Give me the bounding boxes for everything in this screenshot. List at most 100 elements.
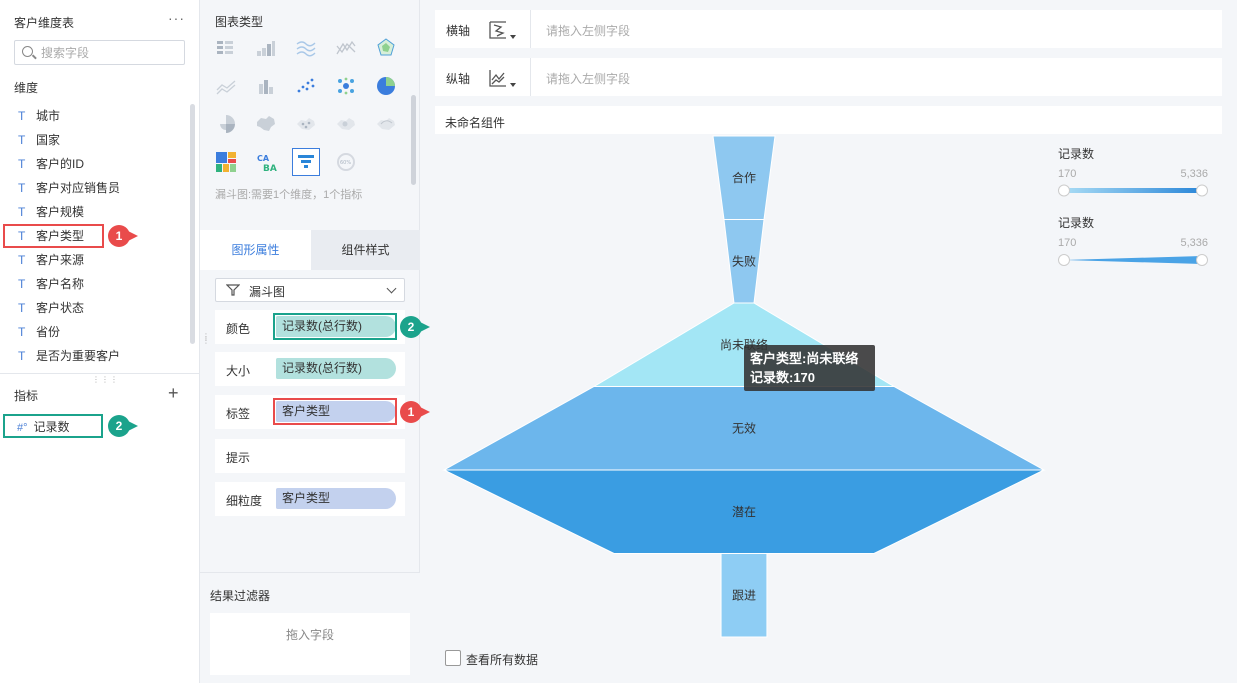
pie-chart-icon[interactable] [372,72,400,100]
cross-line-icon[interactable] [332,34,360,62]
legend-min: 170 [1058,237,1077,249]
funnel-segment-label: 合作 [732,170,756,185]
text-type-icon: T [18,349,26,363]
dimension-label: 客户名称 [36,277,85,291]
property-row-size: 大小 记录数(总行数) [215,352,405,386]
dimension-item[interactable]: T 客户来源 [0,248,186,272]
y-axis-type-icon[interactable] [487,67,517,89]
tab-component-style[interactable]: 组件样式 [311,230,420,270]
dimension-item[interactable]: T 客户对应销售员 [0,176,186,200]
heat-map-icon[interactable] [332,110,360,138]
field-search[interactable] [14,40,185,65]
dimension-item[interactable]: T 客户名称 [0,272,186,296]
chart-type-title: 图表类型 [215,15,264,29]
bubble-icon[interactable] [332,72,360,100]
dimension-item[interactable]: T 是否为重要客户 [0,344,186,368]
treemap-icon[interactable] [212,148,240,176]
chart-type-scrollbar[interactable] [411,95,416,185]
legend-handle-min[interactable] [1058,184,1070,197]
legend-handle-min[interactable] [1058,254,1070,266]
property-label: 标签 [226,407,251,421]
dimension-scrollbar[interactable] [190,104,195,344]
text-type-icon: T [18,205,26,219]
x-axis-drop[interactable]: 请拖入左侧字段 [546,22,630,39]
dimension-item[interactable]: T 客户规模 [0,200,186,224]
funnel-chart-icon[interactable] [292,148,320,176]
size-field-pill[interactable]: 记录数(总行数) [276,358,396,379]
line-chart-icon[interactable] [292,34,320,62]
dimension-label: 客户的ID [36,157,85,171]
measure-section-label: 指标 [14,389,39,403]
dimension-label: 客户来源 [36,253,85,267]
gauge-icon[interactable]: 60% [332,148,360,176]
x-axis-type-icon[interactable] [487,19,517,41]
dimension-item[interactable]: T 客户的ID [0,152,186,176]
legend-title: 记录数 [1058,147,1095,161]
component-title-bar: 未命名组件 [435,106,1222,134]
bar-chart-icon[interactable] [252,34,280,62]
radar-icon[interactable] [372,34,400,62]
chart-tooltip: 客户类型:尚未联络 记录数:170 [744,345,875,391]
filter-drop-zone[interactable]: 拖入字段 [210,613,410,675]
svg-text:CA: CA [257,154,270,163]
property-label: 颜色 [226,322,251,336]
y-axis-label: 纵轴 [446,72,471,86]
dimension-item[interactable]: T 省份 [0,320,186,344]
dimension-item[interactable]: T 城市 [0,104,186,128]
resize-grip-icon[interactable]: ⋮⋮⋮ [92,375,119,384]
y-axis-bar: 纵轴 请拖入左侧字段 [435,58,1222,96]
dimension-item[interactable]: T 国家 [0,128,186,152]
area-chart-icon[interactable] [212,72,240,100]
property-label: 大小 [226,364,251,378]
legend-handle-max[interactable] [1196,254,1208,266]
rose-chart-icon[interactable] [212,110,240,138]
chart-subtype-value: 漏斗图 [249,285,286,299]
legend-handle-max[interactable] [1196,184,1208,197]
chart-type-hint: 漏斗图:需要1个维度，1个指标 [215,189,363,201]
dimension-item[interactable]: T 客户状态 [0,296,186,320]
search-input[interactable] [41,44,181,61]
text-type-icon: T [18,157,26,171]
funnel-segment-label: 失败 [732,253,756,268]
highlight-box-label [273,398,397,425]
highlight-box-customer-type [3,224,104,248]
scatter-icon[interactable] [292,72,320,100]
text-type-icon: T [18,277,26,291]
text-type-icon: T [18,109,26,123]
more-icon[interactable]: ··· [168,10,185,26]
size-legend: 记录数 170 5,336 [1058,214,1208,272]
view-all-checkbox[interactable] [445,650,461,666]
x-axis-bar: 横轴 请拖入左侧字段 [435,10,1222,48]
resize-grip-icon[interactable]: ⋮ ⋮ [202,333,210,345]
chart-subtype-select[interactable]: 漏斗图 [215,278,405,302]
component-title[interactable]: 未命名组件 [445,114,505,131]
legend-color-slider[interactable] [1058,184,1208,198]
svg-text:BA: BA [263,164,277,174]
word-cloud-icon[interactable]: CA BA [252,148,280,176]
legend-size-slider[interactable] [1058,253,1208,269]
legend-min: 170 [1058,168,1077,180]
color-legend: 记录数 170 5,336 [1058,145,1208,201]
funnel-segment-label: 潜在 [732,505,756,519]
y-axis-drop[interactable]: 请拖入左侧字段 [546,70,630,87]
measure-label: 记录数 [33,420,70,434]
chevron-down-icon [386,283,397,294]
pivot-table-icon[interactable] [212,34,240,62]
property-row-granularity: 细粒度 客户类型 [215,482,405,516]
highlight-box-color [273,313,397,340]
point-map-icon[interactable] [292,110,320,138]
dimension-label: 国家 [36,133,61,147]
flow-map-icon[interactable] [372,110,400,138]
tab-graph-properties[interactable]: 图形属性 [200,230,311,270]
tooltip-field-drop[interactable] [276,445,396,466]
column-chart-icon[interactable] [252,72,280,100]
property-tabs: 图形属性 组件样式 [200,230,420,270]
measure-item-record-count[interactable]: #° 记录数 [3,414,103,438]
china-map-icon[interactable] [252,110,280,138]
view-all-label: 查看所有数据 [466,653,539,667]
property-row-tooltip: 提示 [215,439,405,473]
granularity-field-pill[interactable]: 客户类型 [276,488,396,509]
table-name: 客户维度表 [14,16,75,30]
legend-max: 5,336 [1180,237,1208,249]
add-measure-icon[interactable]: + [168,383,179,404]
